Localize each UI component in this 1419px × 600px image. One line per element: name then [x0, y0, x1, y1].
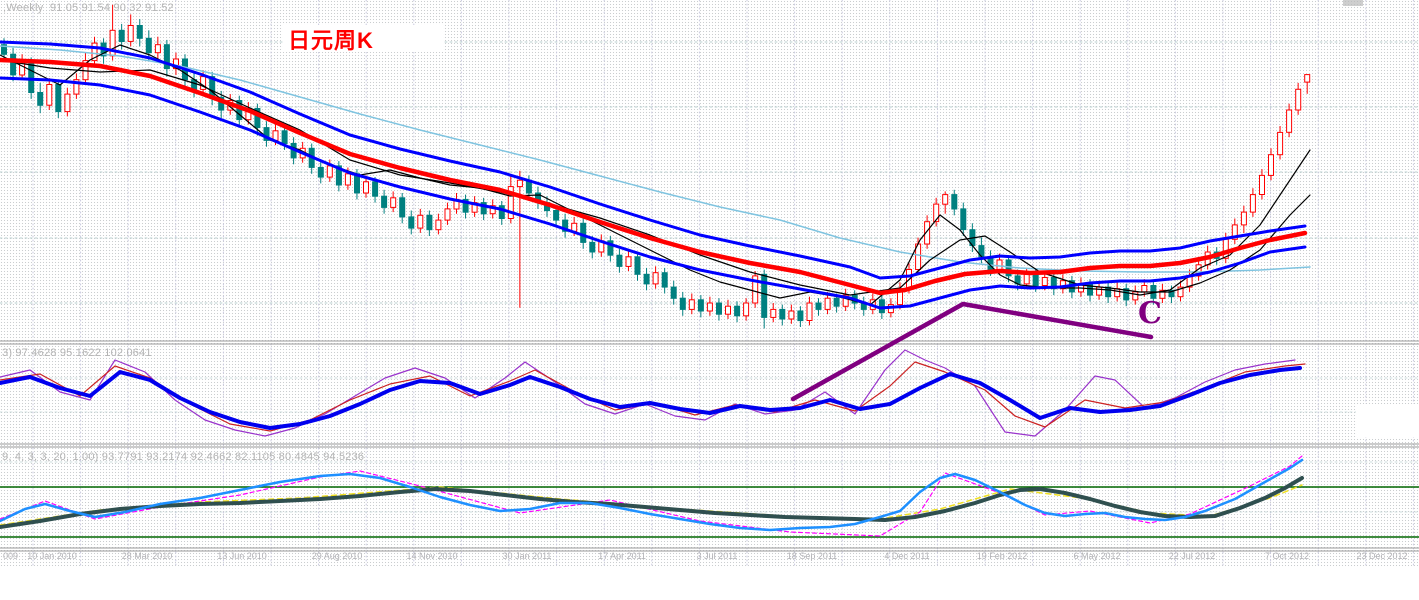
time-axis-label: 6 May 2012: [1073, 551, 1121, 561]
time-axis-label: 14 Nov 2010: [406, 551, 458, 561]
bottom-indicator-info: 9, 4, 3, 3, 20, 1.00) 93.7791 93.2174 92…: [2, 451, 365, 463]
chart-canvas[interactable]: [0, 0, 1419, 600]
middle-indicator-info: 3) 97.4628 95.1622 102.0641: [2, 347, 152, 359]
chart-title-text: 日元周K: [288, 27, 374, 53]
text-label-annotation[interactable]: 日元周K: [283, 25, 443, 53]
time-axis-label: 22 Jul 2012: [1168, 551, 1216, 561]
time-axis-label: 4 Dec 2011: [884, 551, 930, 561]
time-axis-label: 29 Aug 2010: [311, 551, 363, 561]
time-axis-label: 28 Mar 2010: [121, 551, 173, 561]
time-axis-label: 30 Jan 2011: [502, 551, 552, 561]
letter-c-annotation[interactable]: C: [1138, 296, 1162, 331]
time-axis-label: 10 Jan 2010: [27, 551, 77, 561]
chart-artifact: [1343, 0, 1363, 6]
time-axis-label: 13 Jun 2010: [217, 551, 267, 561]
time-axis-label: 18 Sep 2011: [786, 551, 838, 561]
time-axis-label: 7 Oct 2012: [1264, 551, 1310, 561]
white-patch: [1356, 404, 1419, 437]
symbol-ohlc-info: ,Weekly 91.05 91.54 90.32 91.52: [3, 2, 174, 14]
time-axis-label: 17 Apr 2011: [598, 551, 646, 561]
time-axis-label: 009: [3, 551, 19, 561]
time-axis-label: 23 Dec 2012: [1356, 551, 1408, 561]
chart-window[interactable]: ,Weekly 91.05 91.54 90.32 91.52 3) 97.46…: [0, 0, 1419, 600]
time-axis-label: 3 Jul 2011: [696, 551, 738, 561]
time-axis-label: 19 Feb 2012: [976, 551, 1028, 561]
time-axis: 009 10 Jan 2010 28 Mar 2010 13 Jun 2010 29 A…: [0, 551, 1419, 565]
